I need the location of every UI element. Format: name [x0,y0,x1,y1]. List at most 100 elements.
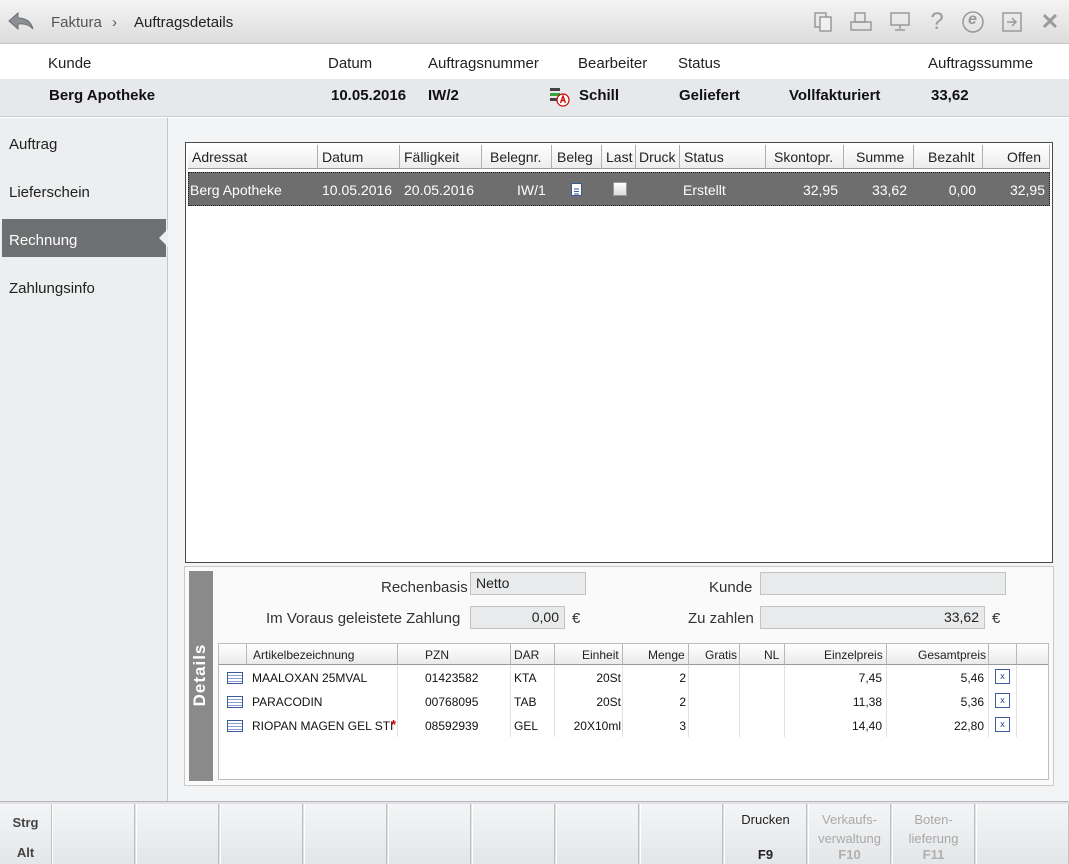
breadcrumb-faktura[interactable]: Faktura [51,14,102,31]
article-row[interactable]: RIOPAN MAGEN GEL STICK * 08592939 GEL 20… [219,714,1048,738]
column-header-faelligkeit[interactable]: Fälligkeit [400,145,482,169]
column-header-offen[interactable]: Offen [983,145,1050,169]
vorauszahlung-label: Im Voraus geleistete Zahlung [266,610,461,627]
strg-modifier[interactable]: Strg [0,815,51,830]
column-header-gesamtpreis[interactable]: Gesamtpreis [887,644,989,665]
beleg-document-icon[interactable] [571,183,582,196]
help-icon[interactable]: ? [925,8,949,35]
article-pzn: 00768095 [425,695,479,709]
sidebar-item-rechnung[interactable]: Rechnung [2,219,168,257]
column-header-gratis[interactable]: Gratis [689,644,740,665]
monitor-icon[interactable] [888,10,912,34]
label-datum: Datum [328,55,373,72]
function-key-4[interactable] [304,804,387,864]
kunde-field[interactable] [760,572,1006,595]
details-tab[interactable]: Details [189,571,213,781]
article-dar: TAB [514,695,537,709]
column-header-nl[interactable]: NL [740,644,785,665]
article-row[interactable]: MAALOXAN 25MVAL 01423582 KTA 20St 2 7,45… [219,666,1048,690]
sidebar-item-zahlungsinfo[interactable]: Zahlungsinfo [2,267,166,305]
rechenbasis-field[interactable]: Netto [470,572,586,595]
label-bearbeiter: Bearbeiter [578,55,648,72]
function-key-5[interactable] [388,804,471,864]
column-header-icon [219,644,247,665]
details-tab-label: Details [190,643,209,707]
column-header-status[interactable]: Status [680,145,766,169]
article-action-icon[interactable]: x [995,669,1010,684]
vorauszahlung-field[interactable]: 0,00 [470,606,565,629]
zu-zahlen-label: Zu zahlen [688,610,754,627]
column-header-einheit[interactable]: Einheit [555,644,623,665]
title-bar: Faktura › Auftragsdetails ? e ✕ [0,0,1069,44]
column-header-beleg[interactable]: Beleg [552,145,602,169]
printer-icon[interactable] [849,10,873,34]
sidebar-item-auftrag[interactable]: Auftrag [2,123,166,161]
column-header-einzelpreis[interactable]: Einzelpreis [785,644,887,665]
documents-icon[interactable] [811,10,835,34]
column-header-dar[interactable]: DAR [511,644,555,665]
verkaufsverwaltung-key: F10 [838,847,861,862]
cell-datum: 10.05.2016 [322,182,393,198]
article-einzelpreis: 7,45 [858,671,882,685]
breadcrumb-separator: › [112,14,117,31]
cell-skontopr: 32,95 [802,182,838,198]
invoice-grid[interactable]: Adressat Datum Fälligkeit Belegnr. Beleg… [185,142,1053,563]
botenlieferung-key: F11 [922,847,945,862]
article-einzelpreis: 11,38 [852,695,882,709]
article-dar: GEL [514,719,539,733]
order-header-values: Berg Apotheke 10.05.2016 IW/2 Schill Gel… [0,79,1069,117]
close-icon[interactable]: ✕ [1038,9,1062,34]
e-icon-glyph: e [968,11,977,28]
export-icon[interactable] [1000,10,1024,34]
column-header-belegnr[interactable]: Belegnr. [482,145,552,169]
column-header-artikelbezeichnung[interactable]: Artikelbezeichnung [247,644,398,665]
column-header-adressat[interactable]: Adressat [188,145,318,169]
verkaufsverwaltung-label: Verkaufs- verwaltung [818,812,881,846]
article-pzn: 01423582 [425,671,479,685]
column-header-skontopr[interactable]: Skontopr. [766,145,844,169]
column-header-action [989,644,1017,665]
last-checkbox[interactable] [613,182,627,196]
article-table[interactable]: Artikelbezeichnung PZN DAR Einheit Menge… [218,643,1049,780]
column-header-last[interactable]: Last [602,145,636,169]
sidebar-item-lieferschein[interactable]: Lieferschein [2,171,166,209]
function-key-1[interactable] [52,804,135,864]
function-key-3[interactable] [220,804,303,864]
column-header-pzn[interactable]: PZN [398,644,511,665]
alt-modifier[interactable]: Alt [0,845,51,860]
invoice-row[interactable]: Berg Apotheke 10.05.2016 20.05.2016 IW/1… [188,172,1050,206]
column-header-bezahlt[interactable]: Bezahlt [914,145,983,169]
article-name: MAALOXAN 25MVAL [252,671,368,685]
function-key-7[interactable] [556,804,639,864]
cell-belegnr: IW/1 [517,182,546,198]
cell-adressat: Berg Apotheke [190,182,282,198]
kunde-label: Kunde [709,579,753,596]
function-key-bar: Strg Alt Drucken F9 Verkaufs- verwaltung… [0,801,1069,864]
e-icon[interactable]: e [961,10,985,34]
drucken-button[interactable]: Drucken F9 [724,804,807,864]
breadcrumb-current: Auftragsdetails [134,14,234,31]
label-auftragsnummer: Auftragsnummer [428,55,539,72]
column-header-summe[interactable]: Summe [844,145,914,169]
function-key-12[interactable] [976,804,1069,864]
function-key-2[interactable] [136,804,219,864]
back-arrow-icon[interactable] [6,9,36,35]
article-name: PARACODIN [252,695,323,709]
article-row[interactable]: PARACODIN 00768095 TAB 20St 2 11,38 5,36… [219,690,1048,714]
column-header-datum[interactable]: Datum [318,145,400,169]
article-action-icon[interactable]: x [995,717,1010,732]
pharmacist-icon [548,85,570,107]
function-key-6[interactable] [472,804,555,864]
sidebar: Auftrag Lieferschein Rechnung Zahlungsin… [0,118,168,801]
article-action-icon[interactable]: x [995,693,1010,708]
function-key-8[interactable] [640,804,723,864]
rechenbasis-label: Rechenbasis [381,579,468,596]
value-auftragssumme: 33,62 [931,87,969,104]
column-header-druck[interactable]: Druck [636,145,680,169]
label-kunde: Kunde [48,55,92,72]
verkaufsverwaltung-button[interactable]: Verkaufs- verwaltung F10 [808,804,891,864]
column-header-menge[interactable]: Menge [623,644,689,665]
cell-summe: 33,62 [871,182,907,198]
drucken-label: Drucken [741,812,790,827]
botenlieferung-button[interactable]: Boten- lieferung F11 [892,804,975,864]
